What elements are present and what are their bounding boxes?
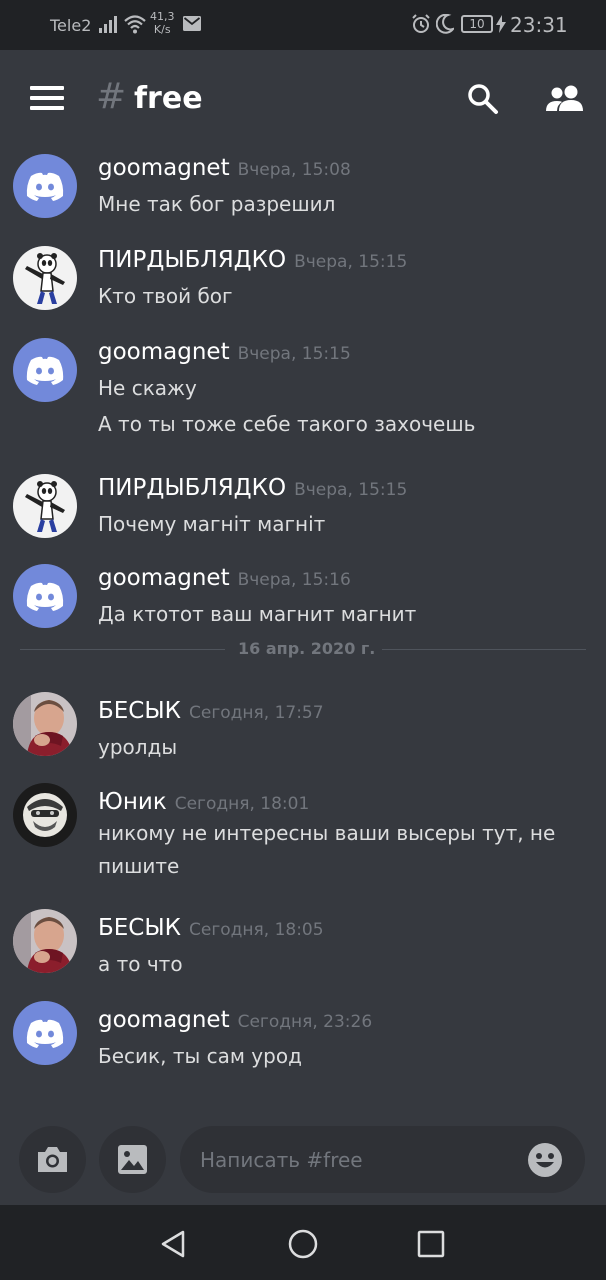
- carrier-name: Tele2: [50, 16, 92, 35]
- recent-apps-icon[interactable]: [417, 1230, 445, 1258]
- masked-character-avatar[interactable]: [13, 783, 77, 847]
- message-timestamp: Вчера, 15:15: [294, 480, 408, 500]
- author-name[interactable]: БЕСЫК: [98, 698, 181, 724]
- divider-rule: [20, 649, 225, 650]
- channel-header: # free: [0, 50, 606, 145]
- message-list[interactable]: goomagnet Вчера, 15:08 Мне так бог разреши…: [0, 145, 606, 1120]
- home-icon[interactable]: [288, 1229, 318, 1259]
- discord-logo-icon[interactable]: [13, 338, 77, 402]
- message-author[interactable]: ПИРДЫБЛЯДКО Вчера, 15:15: [98, 247, 407, 273]
- panda-dab-avatar[interactable]: [13, 474, 77, 538]
- author-name[interactable]: goomagnet: [98, 339, 230, 365]
- panda-dab-avatar[interactable]: [13, 246, 77, 310]
- person-photo-avatar[interactable]: [13, 692, 77, 756]
- hamburger-line: [30, 96, 64, 100]
- wifi-icon: [124, 15, 146, 34]
- message-text: А то ты тоже себе такого захочешь: [98, 412, 476, 436]
- message-timestamp: Сегодня, 17:57: [189, 703, 324, 723]
- mail-icon: [183, 16, 201, 31]
- message-timestamp: Сегодня, 23:26: [237, 1012, 373, 1032]
- divider-rule: [382, 649, 586, 650]
- message-text: а то что: [98, 952, 183, 976]
- gallery-button[interactable]: [99, 1126, 166, 1193]
- message-input-container[interactable]: [180, 1126, 585, 1193]
- message-author[interactable]: goomagnet Сегодня, 23:26: [98, 1007, 372, 1033]
- camera-button[interactable]: [19, 1126, 86, 1193]
- person-photo-avatar[interactable]: [13, 909, 77, 973]
- hamburger-icon: [30, 86, 64, 90]
- message-author[interactable]: ПИРДЫБЛЯДКО Вчера, 15:15: [98, 475, 407, 501]
- network-speed-value: 41,3: [150, 10, 175, 23]
- channel-title: free: [134, 81, 203, 116]
- message-text: Кто твой бог: [98, 284, 233, 308]
- message-text: Почему магніт магніт: [98, 512, 326, 536]
- message-input[interactable]: [200, 1144, 520, 1176]
- status-bar: Tele2 41,3 K/s 10 23:31: [0, 0, 606, 50]
- message-text: пишите: [98, 854, 180, 878]
- message-timestamp: Вчера, 15:16: [237, 570, 351, 590]
- author-name[interactable]: goomagnet: [98, 565, 230, 591]
- message-timestamp: Сегодня, 18:05: [189, 920, 324, 940]
- message-text: Мне так бог разрешил: [98, 192, 336, 216]
- system-navigation-bar: [0, 1205, 606, 1280]
- message-author[interactable]: goomagnet Вчера, 15:16: [98, 565, 351, 591]
- network-speed: 41,3 K/s: [150, 10, 175, 36]
- message-author[interactable]: БЕСЫК Сегодня, 17:57: [98, 698, 324, 724]
- message-author[interactable]: Юник Сегодня, 18:01: [98, 789, 309, 815]
- discord-logo-icon[interactable]: [13, 564, 77, 628]
- network-speed-unit: K/s: [153, 23, 171, 36]
- author-name[interactable]: Юник: [98, 789, 167, 815]
- members-icon[interactable]: [545, 84, 585, 112]
- channel-hash-icon: #: [96, 76, 127, 117]
- discord-logo-icon[interactable]: [13, 154, 77, 218]
- message-timestamp: Вчера, 15:15: [237, 344, 351, 364]
- message-text: Не скажу: [98, 376, 197, 400]
- author-name[interactable]: goomagnet: [98, 1007, 230, 1033]
- camera-icon: [38, 1147, 67, 1172]
- message-text: уролды: [98, 735, 178, 759]
- message-timestamp: Вчера, 15:15: [294, 252, 408, 272]
- alarm-icon: [412, 14, 430, 33]
- signal-icon: [99, 16, 117, 33]
- author-name[interactable]: БЕСЫК: [98, 915, 181, 941]
- message-author[interactable]: БЕСЫК Сегодня, 18:05: [98, 915, 324, 941]
- moon-icon: [436, 14, 454, 34]
- message-author[interactable]: goomagnet Вчера, 15:15: [98, 339, 351, 365]
- author-name[interactable]: ПИРДЫБЛЯДКО: [98, 247, 286, 273]
- message-text: никому не интересны ваши высеры тут, не: [98, 821, 556, 845]
- hamburger-line: [30, 106, 64, 110]
- image-icon: [118, 1145, 147, 1174]
- message-text: Да ктотот ваш магнит магнит: [98, 602, 417, 626]
- search-icon[interactable]: [467, 83, 499, 115]
- charging-icon: [496, 15, 506, 33]
- author-name[interactable]: goomagnet: [98, 155, 230, 181]
- discord-logo-icon[interactable]: [13, 1001, 77, 1065]
- message-text: Бесик, ты сам урод: [98, 1044, 302, 1068]
- author-name[interactable]: ПИРДЫБЛЯДКО: [98, 475, 286, 501]
- date-divider-label: 16 апр. 2020 г.: [238, 639, 376, 658]
- message-composer: [0, 1120, 606, 1205]
- battery-indicator: 10: [461, 15, 493, 33]
- menu-button[interactable]: [30, 86, 64, 110]
- clock: 23:31: [510, 13, 568, 37]
- back-icon[interactable]: [159, 1229, 187, 1259]
- date-divider: 16 апр. 2020 г.: [20, 639, 586, 658]
- message-timestamp: Вчера, 15:08: [237, 160, 351, 180]
- emoji-icon[interactable]: [526, 1141, 564, 1179]
- message-timestamp: Сегодня, 18:01: [174, 794, 310, 814]
- message-author[interactable]: goomagnet Вчера, 15:08: [98, 155, 351, 181]
